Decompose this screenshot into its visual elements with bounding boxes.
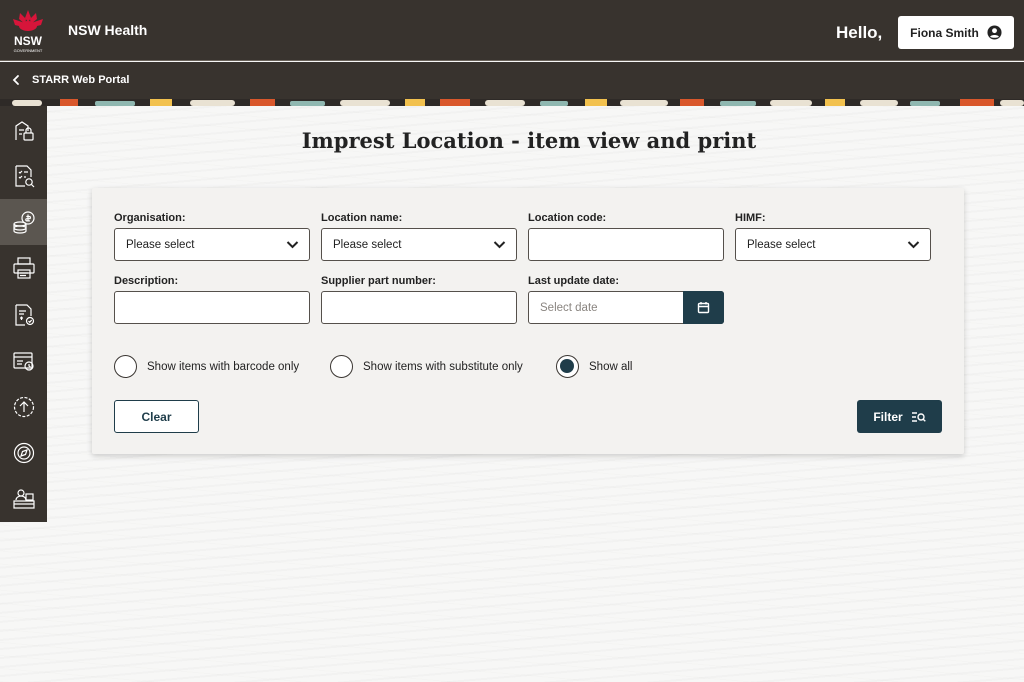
himf-label: HIMF:	[735, 212, 766, 224]
back-chevron-icon[interactable]	[10, 74, 22, 86]
upload-circle-icon	[13, 396, 34, 418]
sidebar-item-coins[interactable]	[0, 199, 47, 245]
location-name-select-value: Please select	[333, 238, 402, 251]
chevron-down-icon	[286, 241, 299, 249]
location-name-select[interactable]: Please select	[321, 228, 517, 261]
radio-barcode-only[interactable]	[114, 355, 137, 378]
sidebar-item-print[interactable]	[0, 245, 47, 291]
radio-substitute-only[interactable]	[330, 355, 353, 378]
security-lock-icon	[14, 121, 34, 141]
register-icon	[12, 352, 34, 371]
last-update-date-label: Last update date:	[528, 275, 620, 287]
decorative-pattern-strip	[0, 99, 1024, 106]
calendar-button[interactable]	[683, 291, 724, 324]
checklist-search-icon	[14, 165, 34, 188]
location-code-label: Location code:	[528, 212, 607, 224]
account-circle-icon	[987, 25, 1002, 40]
greeting: Hello,	[836, 23, 883, 42]
himf-select[interactable]: Please select	[735, 228, 931, 261]
radio-show-all[interactable]	[556, 355, 579, 378]
chevron-down-icon	[493, 241, 506, 249]
user-account-button[interactable]: Fiona Smith	[898, 16, 1014, 49]
sidebar-item-register[interactable]	[0, 338, 47, 384]
filter-button-label: Filter	[873, 409, 903, 424]
radio-show-all-label[interactable]: Show all	[589, 361, 632, 373]
clear-button[interactable]: Clear	[114, 400, 199, 433]
nsw-waratah-logo[interactable]: NSW GOVERNMENT	[8, 8, 48, 54]
stock-tray-icon	[12, 489, 35, 509]
supplier-part-number-input[interactable]	[321, 291, 517, 324]
logo-text: NSW	[14, 34, 43, 48]
calendar-icon	[697, 302, 710, 314]
supplier-part-number-label: Supplier part number:	[321, 275, 436, 287]
description-input[interactable]	[114, 291, 310, 324]
brand-title: NSW Health	[68, 22, 148, 38]
location-name-label: Location name:	[321, 212, 403, 224]
sidebar-item-checklist[interactable]	[0, 153, 47, 199]
invoice-icon	[14, 304, 34, 326]
chevron-down-icon	[907, 241, 920, 249]
radio-substitute-only-label[interactable]: Show items with substitute only	[363, 361, 523, 373]
top-header: NSW GOVERNMENT NSW Health Hello, Fiona S…	[0, 0, 1024, 61]
organisation-select[interactable]: Please select	[114, 228, 310, 261]
sidebar-item-upload[interactable]	[0, 384, 47, 430]
sidebar-item-security[interactable]	[0, 108, 47, 154]
filter-button[interactable]: Filter	[857, 400, 942, 433]
page-title: Imprest Location - item view and print	[301, 128, 757, 153]
organisation-label: Organisation:	[114, 212, 186, 224]
portal-title: STARR Web Portal	[32, 74, 130, 86]
last-update-date-field[interactable]: Select date	[528, 291, 724, 324]
user-name: Fiona Smith	[910, 25, 979, 40]
sidebar-item-stock[interactable]	[0, 476, 47, 522]
sidebar	[0, 106, 47, 522]
filter-search-icon	[911, 411, 926, 422]
location-code-input[interactable]	[528, 228, 724, 261]
compass-icon	[13, 442, 34, 464]
radio-barcode-only-label[interactable]: Show items with barcode only	[147, 361, 299, 373]
printer-icon	[12, 257, 35, 279]
himf-select-value: Please select	[747, 238, 816, 251]
filter-card: Organisation: Please select Location nam…	[92, 188, 964, 454]
sidebar-item-compass[interactable]	[0, 430, 47, 476]
description-label: Description:	[114, 275, 179, 287]
date-placeholder: Select date	[540, 301, 598, 314]
organisation-select-value: Please select	[126, 238, 195, 251]
sub-header: STARR Web Portal	[0, 62, 1024, 99]
logo-subtext: GOVERNMENT	[14, 48, 43, 53]
coins-icon	[12, 211, 35, 234]
sidebar-item-invoices[interactable]	[0, 292, 47, 338]
